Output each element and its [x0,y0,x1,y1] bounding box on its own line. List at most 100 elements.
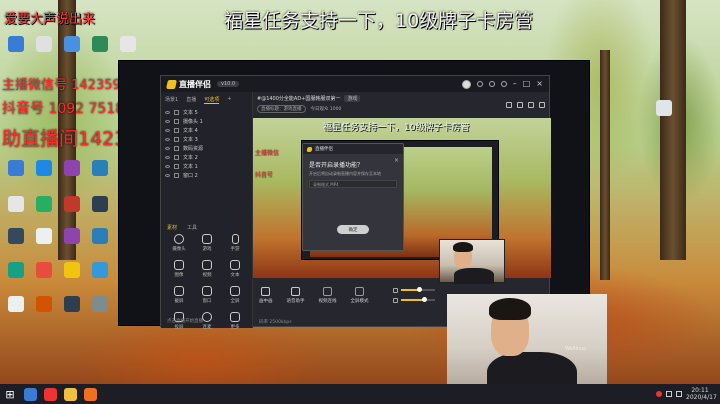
desktop-icon[interactable] [64,262,80,278]
desktop-icon[interactable] [92,228,108,244]
tool-text[interactable]: 文本 [221,260,249,278]
desktop-icon[interactable] [64,160,80,176]
pip-icon[interactable] [528,102,534,108]
desktop-icon[interactable] [36,36,52,52]
desktop-icon[interactable] [656,100,672,116]
share-icon[interactable] [539,102,545,108]
list-item[interactable]: 文本 4 [165,126,248,135]
network-icon[interactable] [666,391,672,397]
eye-icon[interactable] [165,165,170,168]
lock-icon[interactable] [174,110,179,115]
video-link-button[interactable]: 视频连线 [319,286,337,304]
lock-icon[interactable] [174,155,179,160]
eye-icon[interactable] [165,156,170,159]
list-item[interactable]: 文本 5 [165,108,248,117]
taskbar-app[interactable] [20,384,40,404]
desktop-icon[interactable] [64,36,80,52]
desktop-icon[interactable] [92,36,108,52]
tool-crop[interactable]: 截屏 [165,286,193,304]
taskbar-app[interactable] [40,384,60,404]
lock-icon[interactable] [174,128,179,133]
taskbar-app[interactable] [60,384,80,404]
list-item[interactable]: 文本 3 [165,135,248,144]
desktop-icon[interactable] [92,160,108,176]
mic-volume-knob[interactable] [417,287,423,292]
tab-options[interactable]: 可选项 [204,96,220,104]
maximize-icon[interactable]: □ [523,80,531,88]
lock-icon[interactable] [174,137,179,142]
confirm-button[interactable]: 确定 [337,225,369,234]
tray-icon[interactable] [656,391,662,397]
lock-icon[interactable] [174,119,179,124]
tool-game[interactable]: 游戏 [193,234,221,252]
tool-camera[interactable]: 摄像头 [165,234,193,252]
tool-window[interactable]: 窗口 [193,286,221,304]
avatar-icon[interactable] [461,79,471,89]
list-item[interactable]: 文本 2 [165,153,248,162]
room-tag[interactable]: 游戏 [344,94,361,102]
desktop-icon[interactable] [64,228,80,244]
menu-icon[interactable] [500,81,507,87]
desktop-icon[interactable] [36,228,52,244]
desktop-icon[interactable] [8,196,24,212]
list-item[interactable]: 窗口 2 [165,171,248,180]
tool-fullscreen[interactable]: 全屏 [221,286,249,304]
desktop-icon[interactable] [92,262,108,278]
list-item[interactable]: 数码资源 [165,144,248,153]
eye-icon[interactable] [165,129,170,132]
lock-icon[interactable] [174,146,179,151]
layout-icon[interactable] [517,102,523,108]
volume-icon[interactable] [676,391,682,397]
desktop-icon[interactable] [36,262,52,278]
room-title[interactable]: #@1400分全能AD+国服韩服双第一 [257,95,340,102]
tool-image[interactable]: 图像 [165,260,193,278]
eye-icon[interactable] [165,111,170,114]
tool-more[interactable]: 更多 [221,312,249,330]
desktop-icon[interactable] [36,296,52,312]
lock-icon[interactable] [506,102,512,108]
desktop-icon[interactable] [120,36,136,52]
desktop-icon[interactable] [8,228,24,244]
desktop-icon[interactable] [64,196,80,212]
desktop-icon[interactable] [8,36,24,52]
tab-tools[interactable]: 工具 [187,224,197,231]
eye-icon[interactable] [165,120,170,123]
version-badge[interactable]: v10.0 [217,81,240,87]
record-format-field[interactable]: 录制格式 MP4 [309,180,397,188]
clock[interactable]: 20:11 2020/4/17 [686,387,717,401]
tool-video[interactable]: 视频 [193,260,221,278]
close-icon[interactable]: × [536,80,543,88]
lock-icon[interactable] [174,173,179,178]
desktop-icon[interactable] [36,160,52,176]
desktop-icon[interactable] [92,296,108,312]
mic-volume-slider[interactable] [400,287,435,292]
message-icon[interactable] [488,81,495,87]
close-icon[interactable]: × [394,157,399,164]
list-item[interactable]: 摄像头 1 [165,117,248,126]
taskbar-app[interactable] [80,384,100,404]
fullscreen-mode-button[interactable]: 全屏模式 [351,286,369,304]
left-footer-text[interactable]: 点击直播开始直播 [167,318,203,324]
desktop-icon[interactable] [8,262,24,278]
start-button[interactable]: ⊞ [0,384,20,404]
speaker-volume-slider[interactable] [400,297,435,302]
eye-icon[interactable] [165,138,170,141]
tab-scene[interactable]: 场景1 [165,96,178,104]
lock-icon[interactable] [174,164,179,169]
list-item[interactable]: 文本 1 [165,162,248,171]
minimize-icon[interactable]: – [513,80,517,88]
desktop-icon[interactable] [8,160,24,176]
desktop-icon[interactable] [64,296,80,312]
title-pill[interactable]: 直播标题：游戏直播 [257,105,306,113]
desktop-icon[interactable] [92,196,108,212]
speaker-icon[interactable] [392,297,398,303]
speaker-volume-knob[interactable] [422,297,428,302]
tool-mobile[interactable]: 手游 [221,234,249,252]
eye-icon[interactable] [165,147,170,150]
settings-icon[interactable] [476,81,483,87]
desktop-icon[interactable] [8,296,24,312]
pip-button[interactable]: 画中画 [259,286,273,304]
mic-icon[interactable] [392,287,398,293]
voice-button[interactable]: 语音助手 [287,286,305,304]
eye-icon[interactable] [165,174,170,177]
